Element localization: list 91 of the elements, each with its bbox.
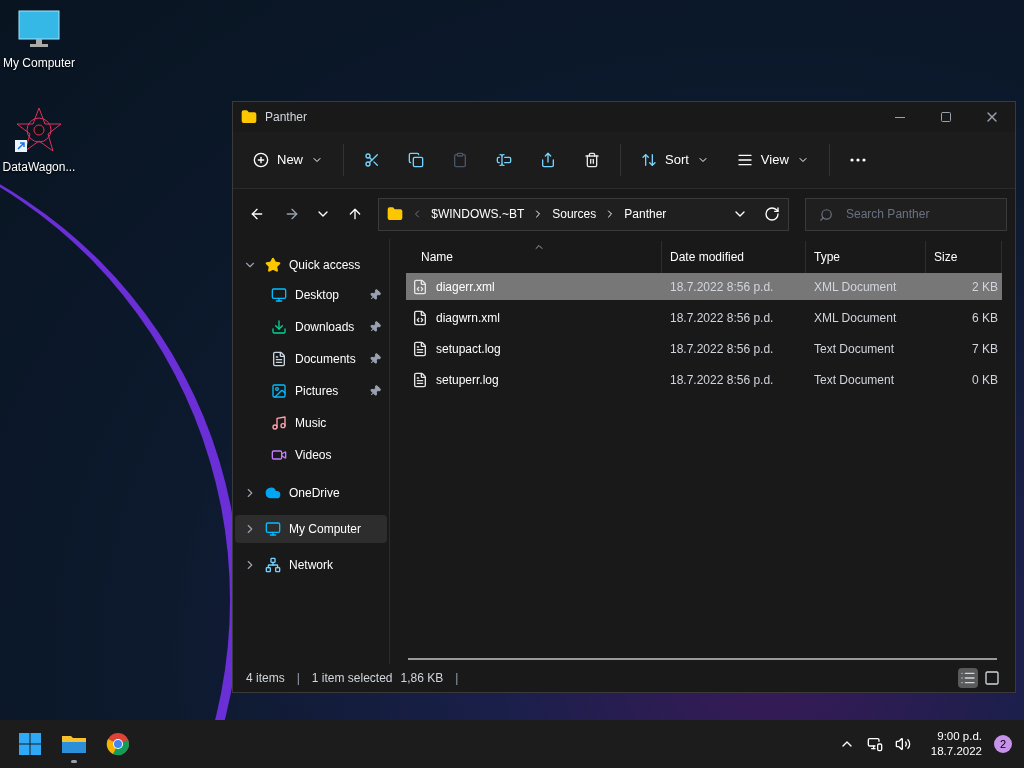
minimize-icon bbox=[895, 116, 905, 118]
file-row[interactable]: diagerr.xml 18.7.2022 8:56 p.d. XML Document 2 KB bbox=[406, 273, 1002, 300]
file-name: diagerr.xml bbox=[436, 278, 495, 296]
folder-icon bbox=[241, 109, 257, 125]
window-title: Panther bbox=[265, 109, 308, 126]
star-emblem-icon[interactable] bbox=[15, 106, 63, 154]
star-icon bbox=[265, 257, 281, 273]
refresh-icon[interactable] bbox=[764, 206, 780, 222]
type-cell-text: XML Document bbox=[813, 278, 898, 296]
text-file-icon bbox=[412, 340, 428, 357]
size-cell-text: 6 KB bbox=[971, 309, 999, 327]
file-row[interactable]: setuperr.log 18.7.2022 8:56 p.d. Text Document 0 KB bbox=[406, 366, 1002, 393]
new-button[interactable]: New bbox=[245, 144, 331, 176]
breadcrumb[interactable]: Sources bbox=[552, 205, 597, 223]
clipboard-icon bbox=[452, 152, 468, 168]
folder-icon bbox=[387, 206, 404, 222]
file-name: setupact.log bbox=[436, 340, 501, 358]
type-cell-text: XML Document bbox=[813, 309, 898, 327]
search-icon bbox=[819, 207, 833, 222]
search-field[interactable]: Search Panther bbox=[805, 197, 1007, 231]
scissors-icon bbox=[364, 152, 380, 168]
maximize-icon bbox=[940, 111, 952, 123]
list-icon bbox=[960, 670, 976, 686]
sidebar-item[interactable]: Network bbox=[235, 551, 387, 579]
rename-icon bbox=[496, 152, 512, 168]
document-icon bbox=[271, 351, 287, 367]
video-icon bbox=[271, 447, 287, 463]
date-cell-text: 18.7.2022 8:56 p.d. bbox=[669, 278, 775, 296]
date-cell-text: 18.7.2022 8:56 p.d. bbox=[669, 340, 775, 358]
separator: | bbox=[455, 670, 459, 687]
network-status-icon[interactable] bbox=[866, 736, 883, 752]
item-count: 4 items bbox=[246, 670, 285, 687]
file-name: diagwrn.xml bbox=[436, 309, 501, 327]
desktop-icon-label[interactable]: My Computer bbox=[3, 54, 75, 72]
breadcrumb[interactable]: Panther bbox=[624, 205, 667, 223]
monitor-icon bbox=[265, 521, 281, 537]
details-view-button[interactable] bbox=[958, 668, 978, 688]
selection-count: 1 item selected bbox=[311, 670, 393, 687]
sidebar-item[interactable]: Downloads bbox=[233, 311, 389, 343]
sidebar-item[interactable]: Pictures bbox=[233, 375, 389, 407]
tiles-view-button[interactable] bbox=[982, 668, 1002, 688]
type-cell-text: Text Document bbox=[813, 371, 896, 389]
sidebar-item[interactable]: Documents bbox=[233, 343, 389, 375]
more-icon bbox=[849, 158, 866, 162]
view-button[interactable]: View bbox=[728, 144, 817, 176]
windows-logo-icon bbox=[18, 732, 42, 756]
text-file-icon bbox=[412, 371, 428, 388]
cloud-icon bbox=[265, 485, 281, 501]
file-name: setuperr.log bbox=[436, 371, 499, 389]
plus-circle-icon bbox=[253, 152, 269, 168]
date-cell-text: 18.7.2022 8:56 p.d. bbox=[669, 371, 775, 389]
address-bar[interactable]: $WINDOWS.~BT Sources Panther bbox=[378, 197, 789, 231]
selection-size: 1,86 KB bbox=[400, 670, 444, 687]
sort-button[interactable]: Sort bbox=[633, 144, 717, 176]
music-icon bbox=[271, 415, 287, 431]
sidebar-item[interactable]: OneDrive bbox=[235, 479, 387, 507]
file-row[interactable]: setupact.log 18.7.2022 8:56 p.d. Text Document 7 KB bbox=[406, 335, 1002, 362]
running-indicator bbox=[71, 760, 77, 763]
horizontal-scrollbar[interactable] bbox=[408, 658, 997, 660]
clock[interactable]: 9:00 p.d. 18.7.2022 bbox=[930, 729, 982, 759]
picture-icon bbox=[271, 383, 287, 399]
date-cell-text: 18.7.2022 8:56 p.d. bbox=[669, 309, 775, 327]
sidebar-item[interactable]: Videos bbox=[233, 439, 389, 471]
xml-file-icon bbox=[412, 309, 428, 326]
browser-logo-icon bbox=[106, 732, 130, 756]
sidebar-item[interactable]: My Computer bbox=[235, 515, 387, 543]
volume-icon[interactable] bbox=[894, 736, 911, 752]
xml-file-icon bbox=[412, 278, 428, 295]
lines-icon bbox=[736, 152, 753, 168]
square-icon bbox=[984, 670, 1000, 686]
monitor-icon bbox=[271, 287, 287, 303]
separator: | bbox=[296, 670, 300, 687]
size-cell-text: 2 KB bbox=[971, 278, 999, 296]
file-row[interactable]: diagwrn.xml 18.7.2022 8:56 p.d. XML Document 6 KB bbox=[406, 304, 1002, 331]
size-cell-text: 7 KB bbox=[971, 340, 999, 358]
sidebar-item[interactable]: Desktop bbox=[233, 279, 389, 311]
type-cell-text: Text Document bbox=[813, 340, 896, 358]
network-icon bbox=[265, 557, 281, 573]
trash-icon bbox=[584, 152, 600, 168]
size-cell-text: 0 KB bbox=[971, 371, 999, 389]
download-icon bbox=[271, 319, 287, 335]
copy-icon bbox=[408, 152, 424, 168]
notification-badge[interactable]: 2 bbox=[994, 735, 1012, 753]
monitor-icon[interactable] bbox=[17, 8, 61, 50]
sort-arrows-icon bbox=[641, 152, 657, 168]
folder-icon bbox=[61, 733, 87, 755]
sidebar-item[interactable]: Music bbox=[233, 407, 389, 439]
share-icon bbox=[540, 152, 556, 168]
sidebar-item[interactable]: Quick access bbox=[235, 251, 387, 279]
breadcrumb[interactable]: $WINDOWS.~BT bbox=[431, 205, 525, 223]
desktop-icon-label[interactable]: DataWagon... bbox=[2, 158, 76, 176]
